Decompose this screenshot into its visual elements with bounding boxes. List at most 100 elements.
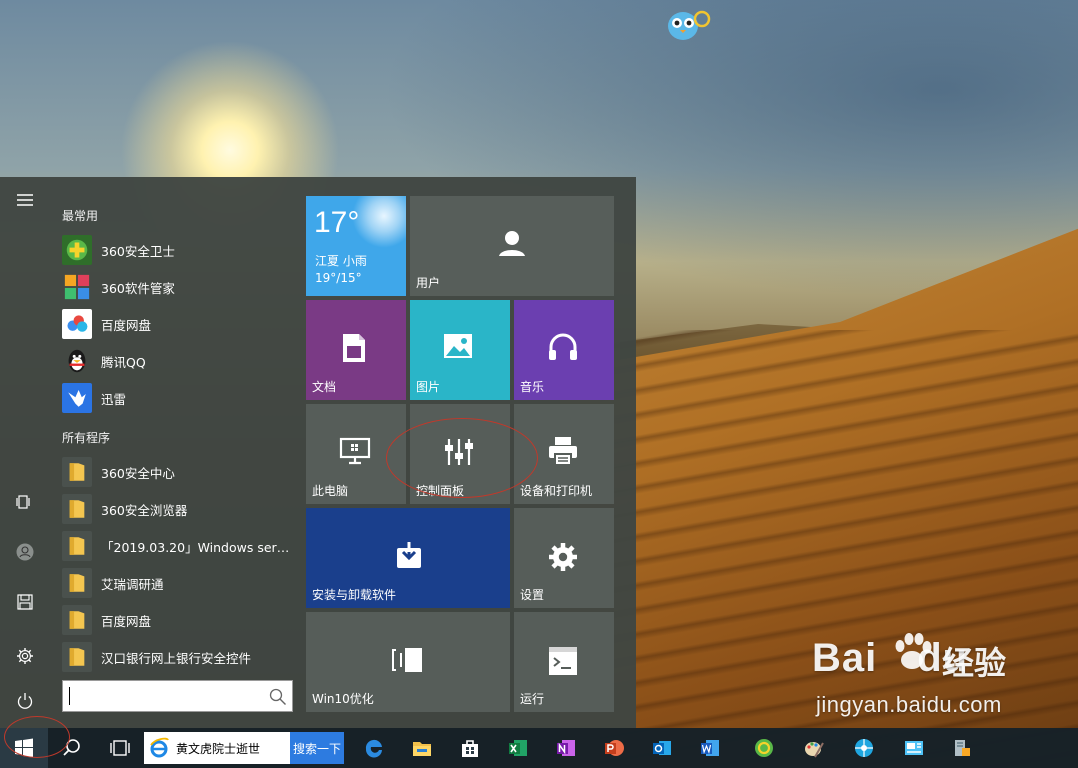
- app-label: 百度网盘: [101, 317, 152, 333]
- taskbar-edge[interactable]: [350, 728, 398, 768]
- taskbar-search-button[interactable]: [48, 728, 96, 768]
- user-account-button[interactable]: [0, 532, 50, 572]
- tile-run[interactable]: 运行: [514, 612, 614, 712]
- tile-music[interactable]: 音乐: [514, 300, 614, 400]
- app-label: 迅雷: [101, 391, 127, 407]
- optimize-panel-icon: [392, 648, 422, 672]
- app-item-360-browser[interactable]: 360安全浏览器: [62, 492, 296, 526]
- app-item-qq[interactable]: 腾讯QQ: [62, 344, 296, 378]
- settings-rail-button[interactable]: [0, 636, 50, 676]
- most-used-header: 最常用: [62, 209, 99, 223]
- tile-win10-optimize[interactable]: Win10优化: [306, 612, 510, 712]
- onenote-icon: [557, 740, 575, 756]
- folder-icon: [62, 531, 92, 561]
- taskbar-store[interactable]: [446, 728, 494, 768]
- app-label: 360软件管家: [101, 280, 175, 296]
- tile-control-panel[interactable]: 控制面板: [410, 404, 510, 504]
- 360-software-manager-icon: [62, 272, 92, 302]
- app-item-360-software-manager[interactable]: 360软件管家: [62, 270, 296, 304]
- search-icon[interactable]: [268, 687, 288, 707]
- start-button[interactable]: [0, 728, 48, 768]
- taskbar-news-app[interactable]: [890, 728, 938, 768]
- taskbar-remote-app[interactable]: [938, 728, 986, 768]
- picture-icon: [444, 334, 472, 358]
- task-view-rail-button[interactable]: [0, 482, 50, 522]
- search-input[interactable]: [67, 685, 263, 707]
- monitor-icon: [339, 437, 371, 465]
- folder-icon: [62, 605, 92, 635]
- start-menu-rail: [0, 177, 50, 728]
- printer-icon: [549, 437, 577, 466]
- tile-label: 图片: [416, 380, 441, 394]
- ie-search-button[interactable]: 搜索一下: [290, 732, 344, 764]
- outlook-icon: [653, 741, 671, 755]
- start-search-box[interactable]: [62, 680, 293, 712]
- taskbar-excel[interactable]: [494, 728, 542, 768]
- paint-icon: [805, 742, 824, 758]
- tile-settings[interactable]: 设置: [514, 508, 614, 608]
- baidu-netdisk-icon: [62, 309, 92, 339]
- windows-logo-icon: [15, 738, 33, 758]
- taskbar-outlook[interactable]: [638, 728, 686, 768]
- weather-temperature: 17°: [314, 206, 360, 239]
- user-icon: [16, 543, 34, 561]
- taskbar-file-explorer[interactable]: [398, 728, 446, 768]
- power-icon: [17, 693, 33, 709]
- user-icon: [499, 231, 525, 256]
- app-item-hankou-bank[interactable]: 汉口银行网上银行安全控件: [62, 640, 296, 674]
- ie-search-widget[interactable]: 黄文虎院士逝世: [144, 732, 290, 764]
- app-label: 「2019.03.20」Windows server...: [101, 539, 291, 555]
- taskbar-paint[interactable]: [790, 728, 838, 768]
- folder-icon: [62, 494, 92, 524]
- app-item-iresearch[interactable]: 艾瑞调研通: [62, 566, 296, 600]
- tile-devices-printers[interactable]: 设备和打印机: [514, 404, 614, 504]
- tablet-mode-icon: [16, 495, 30, 509]
- weather-location: 江夏 小雨: [315, 254, 367, 268]
- tile-user[interactable]: 用户: [410, 196, 614, 296]
- power-button[interactable]: [0, 681, 50, 721]
- taskbar-word[interactable]: [686, 728, 734, 768]
- app-label: 360安全卫士: [101, 243, 175, 259]
- baidu-paw-icon: [895, 633, 932, 669]
- app-item-xunlei[interactable]: 迅雷: [62, 381, 296, 415]
- task-view-icon: [110, 740, 130, 756]
- taskbar-onenote[interactable]: [542, 728, 590, 768]
- tile-label: 文档: [312, 380, 337, 394]
- tile-documents[interactable]: 文档: [306, 300, 406, 400]
- tile-label: 用户: [416, 276, 441, 290]
- tile-install-uninstall[interactable]: 安装与卸载软件: [306, 508, 510, 608]
- floating-owl-widget-icon[interactable]: [666, 8, 712, 42]
- taskbar: 黄文虎院士逝世 搜索一下: [0, 728, 1078, 768]
- powerpoint-icon: [605, 740, 624, 756]
- documents-rail-button[interactable]: [0, 582, 50, 622]
- app-item-baidu-netdisk-folder[interactable]: 百度网盘: [62, 603, 296, 637]
- expand-menu-button[interactable]: [0, 180, 50, 220]
- tile-label: 安装与卸载软件: [312, 588, 397, 602]
- task-view-button[interactable]: [96, 728, 144, 768]
- sliders-icon: [445, 439, 473, 465]
- floppy-icon: [17, 594, 33, 610]
- tile-this-pc[interactable]: 此电脑: [306, 404, 406, 504]
- weather-range: 19°/15°: [315, 271, 362, 285]
- app-item-baidu-netdisk[interactable]: 百度网盘: [62, 307, 296, 341]
- tile-weather[interactable]: 17° 江夏 小雨 19°/15°: [306, 196, 406, 296]
- document-icon: [343, 334, 365, 362]
- taskbar-powerpoint[interactable]: [590, 728, 638, 768]
- app-label: 腾讯QQ: [101, 354, 146, 370]
- word-icon: [701, 740, 719, 756]
- app-item-windows-server[interactable]: 「2019.03.20」Windows server...: [62, 529, 296, 563]
- run-command-icon: [549, 647, 577, 675]
- 360-browser-icon: [755, 739, 773, 757]
- store-icon: [462, 740, 478, 757]
- app-label: 汉口银行网上银行安全控件: [101, 650, 252, 666]
- app-item-360-security-center[interactable]: 360安全中心: [62, 455, 296, 489]
- ie-search-text: 黄文虎院士逝世: [176, 741, 261, 756]
- 360-safe-guard-icon: [62, 235, 92, 265]
- taskbar-network-app[interactable]: [840, 728, 888, 768]
- file-explorer-icon: [413, 742, 431, 756]
- excel-icon: [509, 740, 527, 756]
- tile-pictures[interactable]: 图片: [410, 300, 510, 400]
- app-item-360-safe-guard[interactable]: 360安全卫士: [62, 233, 296, 267]
- taskbar-360-browser[interactable]: [740, 728, 788, 768]
- folder-icon: [62, 642, 92, 672]
